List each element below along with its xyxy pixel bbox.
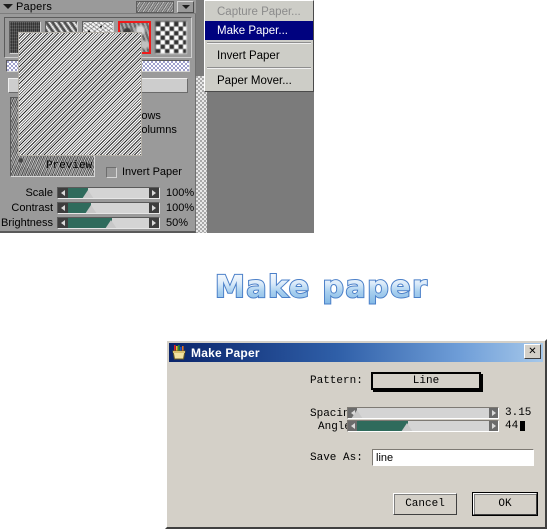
contrast-slider-increase-button[interactable]	[149, 202, 159, 213]
contrast-slider-row: Contrast 100%	[0, 201, 196, 214]
papers-palette-title: Papers	[16, 0, 53, 13]
menu-separator	[207, 42, 311, 44]
close-icon[interactable]: ✕	[524, 344, 541, 359]
angle-slider-thumb[interactable]	[400, 423, 413, 431]
paper-texture-swatch-icon[interactable]	[136, 1, 174, 13]
chevron-down-icon	[181, 5, 190, 9]
brightness-slider-row: Brightness 50%	[0, 216, 196, 229]
contrast-slider-thumb[interactable]	[85, 204, 98, 213]
triangle-down-icon[interactable]	[3, 4, 13, 9]
menu-item-invert-paper[interactable]: Invert Paper	[205, 46, 313, 65]
cancel-button[interactable]: Cancel	[393, 493, 457, 515]
contrast-slider-value: 100%	[166, 201, 195, 214]
pattern-select-button[interactable]: Line	[371, 372, 481, 390]
dialog-titlebar[interactable]: Make Paper ✕	[169, 343, 543, 362]
scale-slider[interactable]	[57, 186, 160, 199]
contrast-slider-decrease-button[interactable]	[58, 202, 68, 213]
scale-slider-thumb[interactable]	[82, 189, 95, 198]
angle-slider[interactable]	[347, 420, 499, 432]
paper-options-menu: Capture Paper... Make Paper... Invert Pa…	[204, 0, 314, 92]
invert-paper-checkbox[interactable]	[106, 166, 117, 178]
menu-separator	[207, 67, 311, 69]
pattern-preview	[18, 32, 142, 156]
angle-value: 44	[505, 420, 519, 432]
spacing-slider[interactable]	[347, 407, 499, 419]
headline-text: Make paper	[215, 270, 428, 305]
angle-slider-increase-button[interactable]	[489, 421, 498, 431]
menu-item-capture-paper[interactable]: Capture Paper...	[205, 2, 313, 21]
pattern-label: Pattern:	[310, 375, 363, 387]
spacing-value: 3.15	[505, 407, 532, 419]
menu-item-make-paper[interactable]: Make Paper...	[205, 21, 313, 40]
brightness-slider-label: Brightness	[1, 216, 53, 229]
brightness-slider-decrease-button[interactable]	[58, 217, 68, 228]
save-as-label: Save As:	[310, 452, 363, 464]
invert-paper-label: Invert Paper	[122, 166, 182, 178]
scale-slider-increase-button[interactable]	[149, 187, 159, 198]
paper-thumb-5[interactable]	[154, 21, 187, 54]
spacing-slider-thumb[interactable]	[351, 410, 363, 418]
angle-value-group: 44	[505, 420, 526, 432]
dialog-title: Make Paper	[191, 345, 260, 360]
contrast-slider[interactable]	[57, 201, 160, 214]
save-as-input[interactable]: line	[372, 449, 534, 466]
spacing-slider-increase-button[interactable]	[489, 408, 498, 418]
brightness-slider-value: 50%	[166, 216, 189, 229]
brightness-slider-increase-button[interactable]	[149, 217, 159, 228]
scale-slider-label: Scale	[25, 186, 53, 199]
menu-item-paper-mover[interactable]: Paper Mover...	[205, 71, 313, 90]
brightness-slider[interactable]	[57, 216, 160, 229]
scale-slider-row: Scale 100%	[0, 186, 196, 199]
papers-menu-dropdown-button[interactable]	[177, 1, 194, 13]
pattern-preview-label: Preview	[46, 160, 93, 172]
scale-slider-decrease-button[interactable]	[58, 187, 68, 198]
scale-slider-value: 100%	[166, 186, 195, 199]
angle-slider-decrease-button[interactable]	[348, 421, 357, 431]
text-caret-icon	[520, 421, 526, 431]
angle-slider-fill	[348, 421, 408, 431]
brush-cup-icon	[171, 345, 187, 360]
ok-button[interactable]: OK	[472, 492, 538, 516]
contrast-slider-label: Contrast	[11, 201, 53, 214]
canvas-scrollbar[interactable]	[196, 76, 207, 233]
headline-make-paper: Make paper	[211, 267, 451, 307]
brightness-slider-thumb[interactable]	[105, 219, 118, 228]
papers-palette-header[interactable]: Papers	[0, 0, 196, 14]
invert-paper-row[interactable]: Invert Paper	[106, 166, 182, 178]
